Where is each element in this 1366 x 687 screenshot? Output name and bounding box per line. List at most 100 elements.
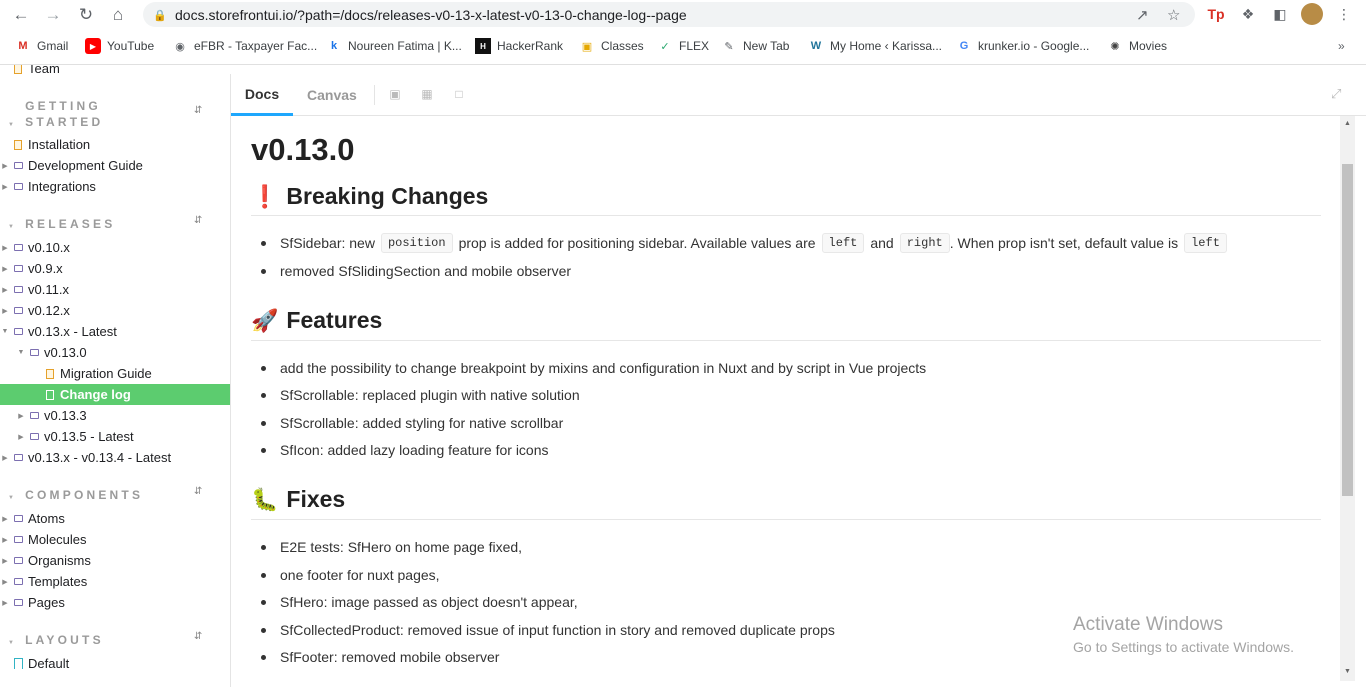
folder-icon xyxy=(28,347,40,359)
sidebar-item-label: Integrations xyxy=(28,179,96,194)
sidebar-item-development-guide[interactable]: ▶ Development Guide xyxy=(0,155,230,176)
image-icon[interactable]: ▣ xyxy=(387,86,403,102)
caret-down-icon: ▼ xyxy=(8,640,18,646)
bookmark-youtube[interactable]: ▶ YouTube xyxy=(85,36,154,56)
sidebar-item-v0-10-x[interactable]: ▶ v0.10.x xyxy=(0,237,230,258)
caret-right-icon: ▶ xyxy=(2,578,8,586)
bullet xyxy=(261,392,266,398)
scrollbar-thumb[interactable] xyxy=(1342,164,1353,496)
heading-breaking-changes: ❗ Breaking Changes xyxy=(251,183,488,210)
bookmark-noureen[interactable]: k Noureen Fatima | K... xyxy=(326,36,462,56)
address-bar[interactable]: 🔒 docs.storefrontui.io/?path=/docs/relea… xyxy=(143,2,1195,27)
tab-label: Docs xyxy=(244,85,280,102)
sidebar-item-team[interactable]: Team xyxy=(0,65,230,79)
sidebar-item-molecules[interactable]: ▶ Molecules xyxy=(0,529,230,550)
sidebar-item-v0-13-x-latest[interactable]: ▼ v0.13.x - Latest xyxy=(0,321,230,342)
share-icon[interactable]: ↗ xyxy=(1136,6,1149,24)
sidebar-item-v0-12-x[interactable]: ▶ v0.12.x xyxy=(0,300,230,321)
sidepanel-icon[interactable]: ◧ xyxy=(1268,3,1292,25)
sidebar-item-label: v0.13.x - v0.13.4 - Latest xyxy=(28,450,172,465)
expand-collapse-icon[interactable]: ⇵ xyxy=(194,215,202,226)
sidebar-item-v0-13-x-v0-13-4-latest[interactable]: ▶ v0.13.x - v0.13.4 - Latest xyxy=(0,447,230,468)
bookmark-krunker[interactable]: Gkrunker.io - Google... xyxy=(956,36,1090,56)
globe-icon: ◉ xyxy=(175,40,185,53)
doc-content: v0.13.0 ❗ Breaking Changes SfSidebar: new… xyxy=(251,124,1341,684)
more-bookmarks-icon[interactable]: » xyxy=(1338,36,1345,56)
heading-rule xyxy=(251,519,1321,520)
bookmark-movies[interactable]: ✺ Movies xyxy=(1107,36,1167,56)
folder-icon xyxy=(12,263,24,275)
bookmark-label: HackerRank xyxy=(497,39,564,53)
text: prop is added for positioning sidebar. A… xyxy=(458,235,816,251)
heading-rule xyxy=(251,215,1321,216)
folder-icon xyxy=(12,305,24,317)
text: SfScrollable: added styling for native s… xyxy=(280,415,564,431)
fullscreen-icon[interactable]: ⤢ xyxy=(1331,86,1341,102)
bullet xyxy=(261,268,266,274)
expand-collapse-icon[interactable]: ⇵ xyxy=(194,486,202,497)
bullet xyxy=(261,544,266,550)
bookmark-hackerrank[interactable]: H HackerRank xyxy=(475,36,563,56)
content-scrollbar[interactable]: ▲ ▼ xyxy=(1340,116,1355,681)
grid-icon[interactable]: ▦ xyxy=(419,86,435,102)
sidebar-item-pages[interactable]: ▶ Pages xyxy=(0,592,230,613)
menu-icon[interactable]: ⋮ xyxy=(1332,3,1356,25)
sidebar-item-installation[interactable]: Installation xyxy=(0,134,230,155)
section-components[interactable]: ▼ COMPONENTS xyxy=(8,487,143,506)
sidebar-item-templates[interactable]: ▶ Templates xyxy=(0,571,230,592)
bookmark-label: YouTube xyxy=(107,39,155,53)
sidebar-item-atoms[interactable]: ▶ Atoms xyxy=(0,508,230,529)
sidebar-item-v0-13-0[interactable]: ▼ v0.13.0 xyxy=(0,342,230,363)
scroll-up-icon[interactable]: ▲ xyxy=(1344,120,1351,127)
sidebar-item-integrations[interactable]: ▶ Integrations xyxy=(0,176,230,197)
list-item: SfIcon: added lazy loading feature for i… xyxy=(261,442,549,458)
forward-icon[interactable]: → xyxy=(38,1,68,29)
scroll-down-icon[interactable]: ▼ xyxy=(1344,668,1351,675)
expand-collapse-icon[interactable]: ⇵ xyxy=(194,105,202,116)
sidebar-item-v0-9-x[interactable]: ▶ v0.9.x xyxy=(0,258,230,279)
section-layouts[interactable]: ▼ LAYOUTS xyxy=(8,632,104,651)
sidebar-item-organisms[interactable]: ▶ Organisms xyxy=(0,550,230,571)
home-icon[interactable]: ⌂ xyxy=(103,1,133,29)
bookmark-efbr[interactable]: ◉ eFBR - Taxpayer Fac... xyxy=(172,36,317,56)
bookmark-newtab[interactable]: ✎ New Tab xyxy=(721,36,789,56)
sidebar-item-v0-11-x[interactable]: ▶ v0.11.x xyxy=(0,279,230,300)
section-title: LAYOUTS xyxy=(25,633,104,647)
bookmark-classes[interactable]: ▣ Classes xyxy=(579,36,644,56)
sidebar-item-label: Organisms xyxy=(28,553,91,568)
outline-icon[interactable]: □ xyxy=(451,86,467,102)
section-releases[interactable]: ▼ RELEASES xyxy=(8,216,115,235)
sidebar-item-label: Development Guide xyxy=(28,158,143,173)
sidebar-item-change-log[interactable]: Change log xyxy=(0,384,230,405)
reload-icon[interactable]: ↻ xyxy=(71,1,101,29)
tp-extension-icon[interactable]: Tp xyxy=(1204,3,1228,25)
bookmark-myhome[interactable]: W My Home ‹ Karissa... xyxy=(808,36,942,56)
text: SfIcon: added lazy loading feature for i… xyxy=(280,442,549,458)
avatar[interactable] xyxy=(1300,3,1324,25)
star-icon[interactable]: ☆ xyxy=(1167,6,1180,24)
document-icon xyxy=(44,368,56,380)
tab-canvas[interactable]: Canvas xyxy=(307,74,357,116)
tab-docs[interactable]: Docs xyxy=(231,74,293,116)
text: SfHero: image passed as object doesn't a… xyxy=(280,594,578,610)
bookmark-gmail[interactable]: M Gmail xyxy=(15,36,68,56)
caret-down-icon: ▼ xyxy=(17,349,25,356)
sidebar-item-label: Installation xyxy=(28,137,91,152)
section-getting-started[interactable]: ▼ GETTING STARTED xyxy=(8,98,122,133)
google-icon: G xyxy=(959,40,969,52)
caret-right-icon: ▶ xyxy=(2,244,8,252)
sidebar-item-v0-13-3[interactable]: ▶ v0.13.3 xyxy=(0,405,230,426)
sidebar-item-label: Change log xyxy=(60,387,131,402)
browser-toolbar: ← → ↻ ⌂ 🔒 docs.storefrontui.io/?path=/do… xyxy=(0,0,1366,30)
text: one footer for nuxt pages, xyxy=(280,567,440,583)
back-icon[interactable]: ← xyxy=(6,1,36,29)
sidebar-item-migration-guide[interactable]: Migration Guide xyxy=(0,363,230,384)
sidebar-item-default[interactable]: Default xyxy=(0,653,230,674)
inline-code: position xyxy=(380,233,453,253)
sidebar-item-v0-13-5-latest[interactable]: ▶ v0.13.5 - Latest xyxy=(0,426,230,447)
caret-down-icon: ▼ xyxy=(8,122,18,128)
expand-collapse-icon[interactable]: ⇵ xyxy=(194,631,202,642)
bookmark-flex[interactable]: ✓ FLEX xyxy=(657,36,709,56)
extensions-icon[interactable]: ❖ xyxy=(1236,3,1260,25)
document-icon xyxy=(44,389,56,401)
